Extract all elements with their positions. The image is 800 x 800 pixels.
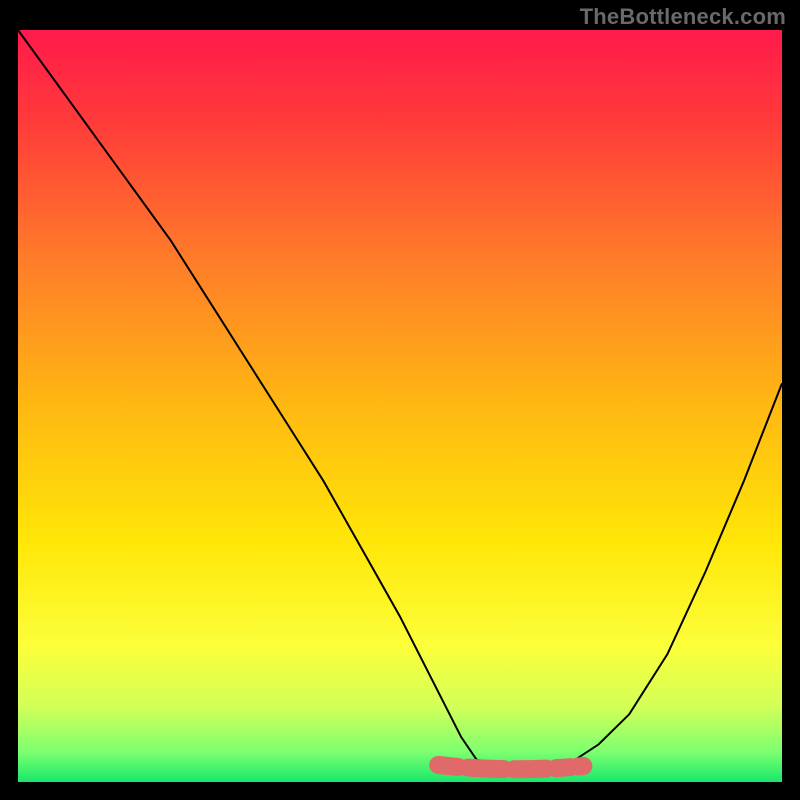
bottleneck-chart bbox=[0, 0, 800, 800]
optimal-range-highlight bbox=[438, 765, 583, 769]
watermark-text: TheBottleneck.com bbox=[580, 4, 786, 30]
chart-stage: TheBottleneck.com bbox=[0, 0, 800, 800]
gradient-background bbox=[18, 30, 782, 782]
